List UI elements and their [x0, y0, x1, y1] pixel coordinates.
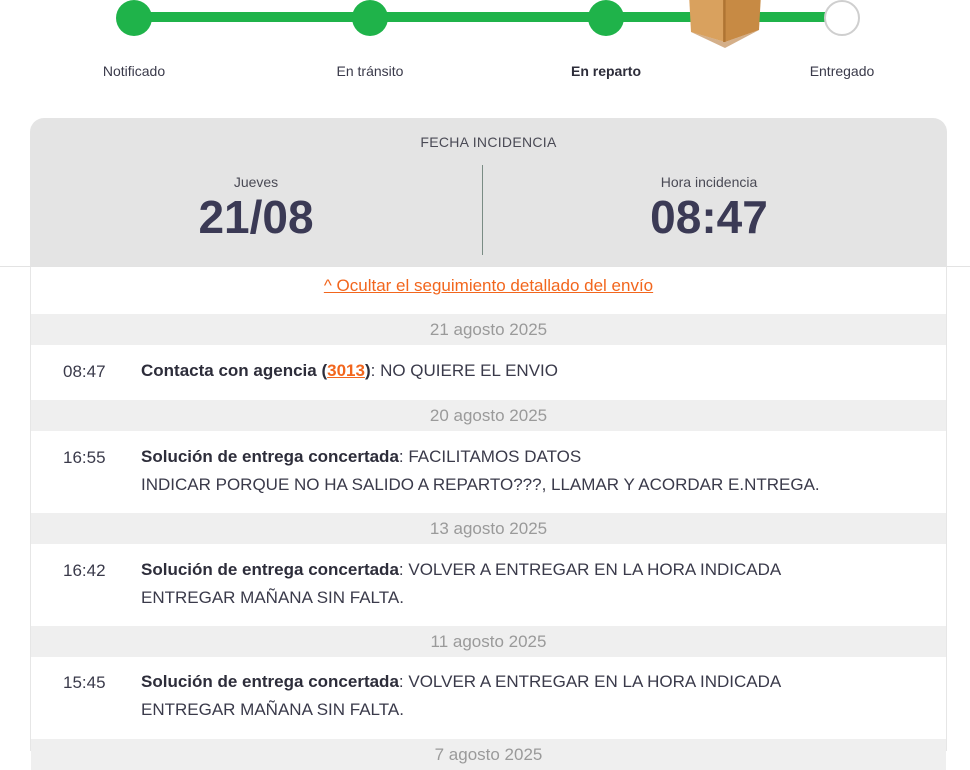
date-header: 7 agosto 2025 — [31, 739, 946, 770]
event-title: Solución de entrega concertada — [141, 560, 399, 579]
event-time: 16:42 — [63, 561, 106, 580]
step-label-notificado: Notificado — [102, 63, 166, 79]
incident-title: FECHA INCIDENCIA — [420, 134, 557, 150]
step-label-en-reparto: En reparto — [570, 63, 641, 79]
step-dot-en-reparto — [588, 0, 624, 36]
incident-time: 08:47 — [650, 191, 768, 243]
event-title: Solución de entrega concertada — [141, 447, 399, 466]
progress-segment-2 — [370, 12, 606, 22]
step-dot-entregado — [824, 0, 860, 36]
agency-code-link[interactable]: 3013 — [327, 361, 365, 380]
event-line: NO QUIERE EL ENVIO — [380, 361, 558, 380]
incident-date: 21/08 — [198, 191, 314, 243]
event-line: ENTREGAR MAÑANA SIN FALTA. — [141, 588, 404, 607]
step-label-en-transito: En tránsito — [336, 63, 404, 79]
date-header: 13 agosto 2025 — [31, 513, 946, 544]
date-header: 20 agosto 2025 — [31, 400, 946, 431]
step-label-entregado: Entregado — [809, 63, 875, 79]
event-description: Solución de entrega concertada: VOLVER A… — [141, 556, 931, 612]
event-separator: : — [370, 361, 381, 380]
event-line: INDICAR PORQUE NO HA SALIDO A REPARTO???… — [141, 475, 820, 494]
event-line: VOLVER A ENTREGAR EN LA HORA INDICADA — [408, 672, 782, 691]
event-description: Contacta con agencia (3013): NO QUIERE E… — [141, 357, 931, 385]
event-description: Solución de entrega concertada: VOLVER A… — [141, 668, 931, 724]
date-header: 11 agosto 2025 — [31, 626, 946, 657]
event-time: 15:45 — [63, 673, 106, 692]
progress-segment-1 — [134, 12, 370, 22]
event-description: Solución de entrega concertada: FACILITA… — [141, 443, 931, 499]
event-title: Contacta con agencia — [141, 361, 317, 380]
event-separator: : — [398, 447, 409, 466]
hide-detail-link[interactable]: ^ Ocultar el seguimiento detallado del e… — [31, 276, 946, 296]
event-separator: : — [398, 560, 409, 579]
step-dot-en-transito — [352, 0, 388, 36]
incident-date-block: Jueves 21/08 — [76, 174, 436, 240]
date-header: 21 agosto 2025 — [31, 314, 946, 345]
incident-day-label: Jueves — [233, 174, 279, 190]
step-dot-notificado — [116, 0, 152, 36]
event-line: ENTREGAR MAÑANA SIN FALTA. — [141, 700, 404, 719]
card-divider — [482, 165, 483, 255]
incident-time-block: Hora incidencia 08:47 — [529, 174, 889, 240]
shipment-progress-tracker: Notificado En tránsito En reparto Entreg… — [0, 0, 970, 100]
incident-time-label: Hora incidencia — [660, 174, 758, 190]
event-time: 16:55 — [63, 448, 106, 467]
event-line: VOLVER A ENTREGAR EN LA HORA INDICADA — [408, 560, 782, 579]
agency-paren-open: ( — [316, 361, 328, 380]
incident-card: FECHA INCIDENCIA Jueves 21/08 Hora incid… — [30, 118, 947, 267]
event-separator: : — [398, 672, 409, 691]
event-title: Solución de entrega concertada — [141, 672, 399, 691]
package-box-icon — [689, 0, 761, 48]
event-time: 08:47 — [63, 362, 106, 381]
tracking-detail-list: ^ Ocultar el seguimiento detallado del e… — [30, 267, 947, 770]
event-line: FACILITAMOS DATOS — [408, 447, 582, 466]
